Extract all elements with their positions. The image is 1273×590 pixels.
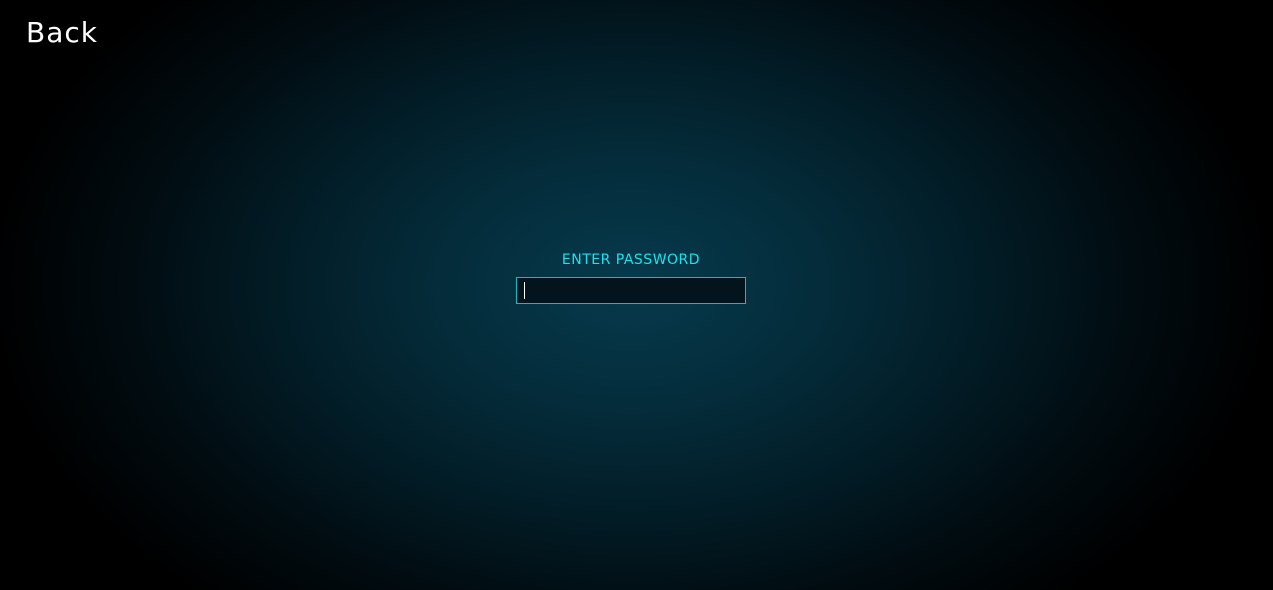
login-panel: ENTER PASSWORD [516, 250, 746, 304]
password-label: ENTER PASSWORD [561, 252, 701, 268]
back-button[interactable]: Back [26, 14, 98, 52]
password-input[interactable] [516, 277, 746, 304]
text-caret [524, 282, 525, 299]
password-field-wrapper [516, 277, 746, 304]
